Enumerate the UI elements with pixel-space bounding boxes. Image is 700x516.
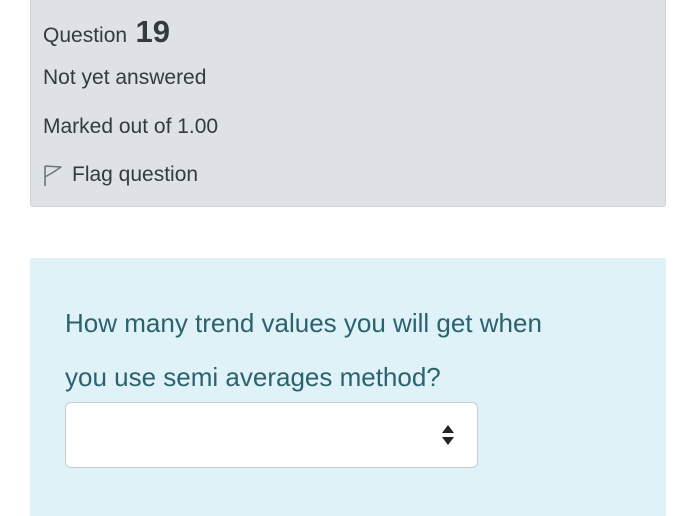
question-text: How many trend values you will get when … — [65, 296, 625, 404]
question-text-line-1: How many trend values you will get when — [65, 308, 542, 338]
flag-outline-icon — [43, 163, 63, 187]
question-state: Not yet answered — [43, 66, 207, 89]
question-text-line-2: you use semi averages method? — [65, 362, 441, 392]
flag-question-link[interactable]: Flag question — [43, 163, 198, 187]
question-grade: Marked out of 1.00 — [43, 115, 219, 138]
question-info-panel: Question 19 Not yet answered Marked out … — [30, 0, 666, 207]
question-label: Question — [43, 24, 128, 47]
up-down-arrows-icon — [442, 425, 454, 445]
question-heading: Question 19 — [43, 14, 170, 50]
question-number: 19 — [135, 14, 170, 49]
question-content-panel: How many trend values you will get when … — [30, 258, 666, 516]
flag-question-label: Flag question — [72, 163, 199, 186]
answer-select[interactable] — [65, 402, 478, 468]
